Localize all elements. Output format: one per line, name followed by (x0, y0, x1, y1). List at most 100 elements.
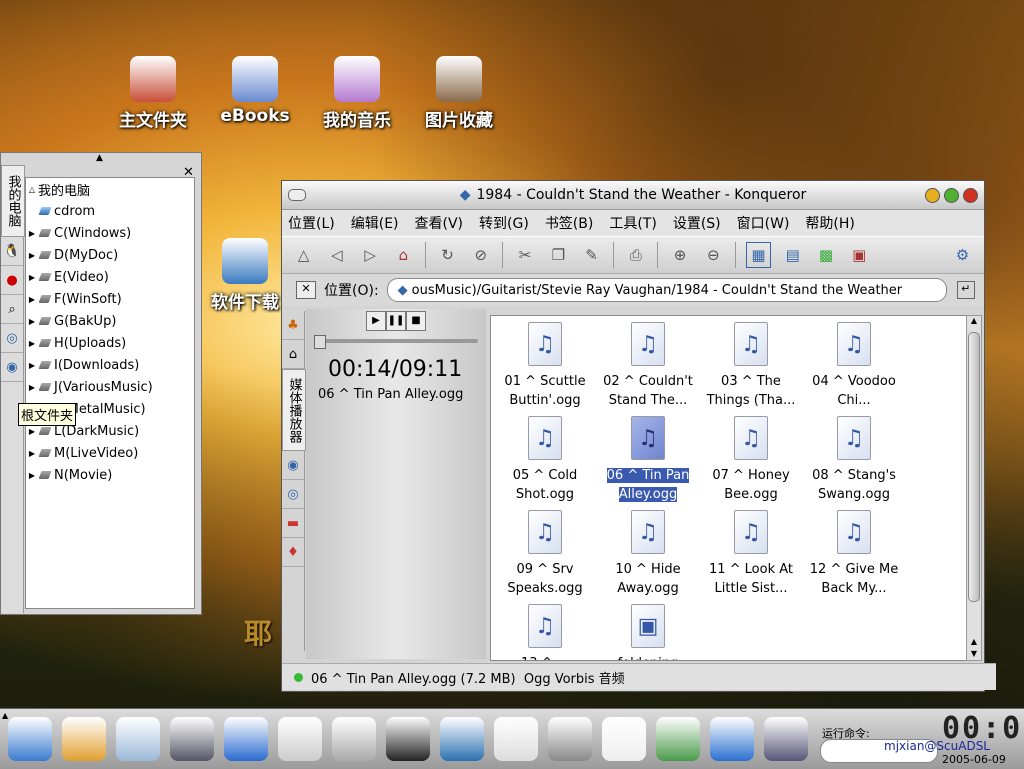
tree-item[interactable]: ▶ N(Movie) (26, 464, 194, 486)
expand-arrow-icon[interactable]: ▶ (26, 229, 38, 238)
menu-view[interactable]: 查看(V) (415, 213, 464, 233)
home-tab-icon[interactable]: ⌂ (282, 340, 304, 369)
expand-arrow-icon[interactable]: ▶ (26, 317, 38, 326)
tree-item[interactable]: ▶ C(Windows) (26, 222, 194, 244)
scroll-up-icon[interactable]: ▲ (967, 316, 981, 325)
tree-view-icon[interactable]: ▤ (781, 243, 804, 267)
menu-help[interactable]: 帮助(H) (805, 213, 854, 233)
window-menu-icon[interactable] (288, 189, 306, 201)
tree-item-cdrom[interactable]: cdrom (26, 200, 194, 222)
network-icon[interactable]: ◉ (282, 451, 304, 480)
expand-arrow-icon[interactable]: ▶ (26, 339, 38, 348)
menu-location[interactable]: 位置(L) (288, 213, 335, 233)
home-icon[interactable]: ⌂ (392, 243, 415, 267)
scroll-thumb[interactable] (968, 332, 980, 602)
tree-item[interactable]: ▶ E(Video) (26, 266, 194, 288)
folder-tab-icon[interactable]: ▬ (282, 509, 304, 538)
menu-tools[interactable]: 工具(T) (609, 213, 656, 233)
multi-column-icon[interactable]: ▩ (814, 243, 837, 267)
expand-arrow-icon[interactable]: ▶ (26, 427, 38, 436)
home-icon[interactable] (62, 717, 106, 761)
system-monitor-icon[interactable] (764, 717, 808, 761)
menu-bookmarks[interactable]: 书签(B) (545, 213, 594, 233)
file-item[interactable]: ♫ 03 ^ The Things (Tha... (701, 316, 801, 410)
settings-gear-icon[interactable]: ⚙ (951, 243, 974, 267)
menu-go[interactable]: 转到(G) (479, 213, 529, 233)
file-item[interactable]: ♫ 10 ^ Hide Away.ogg (598, 504, 698, 598)
scroll-down-icon[interactable]: ▼ (967, 649, 981, 658)
zoom-in-icon[interactable]: ⊕ (668, 243, 691, 267)
tree-item[interactable]: ▶ H(Uploads) (26, 332, 194, 354)
up-icon[interactable]: △ (292, 243, 315, 267)
location-input[interactable]: ◆ ousMusic)/Guitarist/Stevie Ray Vaughan… (386, 278, 947, 302)
desktop-icon-ebooks[interactable]: eBooks (205, 56, 305, 126)
expand-arrow-icon[interactable]: ▶ (26, 273, 38, 282)
file-item[interactable]: ♫ 02 ^ Couldn't Stand The... (598, 316, 698, 410)
menu-edit[interactable]: 编辑(E) (351, 213, 399, 233)
taskbar-arrow-icon[interactable]: ▲ (2, 711, 8, 720)
zoom-out-icon[interactable]: ⊖ (702, 243, 725, 267)
file-item[interactable]: ♫ 12 ^ Give Me Back My... (804, 504, 904, 598)
monitor-icon[interactable] (116, 717, 160, 761)
clear-location-icon[interactable]: ✕ (296, 281, 316, 299)
stop-button[interactable]: ■ (406, 311, 426, 331)
file-item[interactable]: ▣ folder.jpg (598, 598, 698, 660)
file-item[interactable]: ♫ 08 ^ Stang's Swang.ogg (804, 410, 904, 504)
expand-arrow-icon[interactable]: ▶ (26, 361, 38, 370)
collapse-arrow-icon[interactable]: ▲ (96, 153, 103, 163)
cut-icon[interactable]: ✂ (513, 243, 536, 267)
maximize-button[interactable] (944, 188, 959, 203)
search-icon[interactable]: ⌕ (1, 295, 23, 324)
seek-handle[interactable] (314, 335, 326, 349)
tree-item[interactable]: ▶ G(BakUp) (26, 310, 194, 332)
window-titlebar[interactable]: ◆ 1984 - Couldn't Stand the Weather - Ko… (282, 181, 984, 210)
copy-icon[interactable]: ❐ (547, 243, 570, 267)
file-item[interactable]: ♫ 06 ^ Tin Pan Alley.ogg (598, 410, 698, 504)
print-icon[interactable]: ⎙ (624, 243, 647, 267)
audio-icon[interactable] (278, 717, 322, 761)
finder-icon[interactable] (8, 717, 52, 761)
tree-item[interactable]: ▶ M(LiveVideo) (26, 442, 194, 464)
pin-icon[interactable]: ♦ (282, 538, 304, 567)
download-icon[interactable] (710, 717, 754, 761)
minimize-button[interactable] (925, 188, 940, 203)
file-item[interactable]: ♫ 13 ^ ... (495, 598, 595, 660)
expand-arrow-icon[interactable]: ▶ (26, 383, 38, 392)
at-icon[interactable] (332, 717, 376, 761)
back-icon[interactable]: ◁ (325, 243, 348, 267)
seek-slider[interactable] (314, 335, 478, 349)
calculator-icon[interactable] (602, 717, 646, 761)
navigator-icon[interactable] (656, 717, 700, 761)
file-item[interactable]: ♫ 07 ^ Honey Bee.ogg (701, 410, 801, 504)
tree-root[interactable]: △ 我的电脑 (26, 178, 194, 200)
qq-icon[interactable] (386, 717, 430, 761)
menu-window[interactable]: 窗口(W) (737, 213, 790, 233)
services-icon[interactable]: ◉ (1, 353, 23, 382)
expand-arrow-icon[interactable]: ▶ (26, 471, 38, 480)
pause-button[interactable]: ❚❚ (386, 311, 406, 331)
tree-item[interactable]: ▶ F(WinSoft) (26, 288, 194, 310)
stop-icon[interactable]: ⊘ (469, 243, 492, 267)
tab-my-computer[interactable]: 我的电脑 (1, 165, 25, 237)
vertical-scrollbar[interactable]: ▲ ▲ ▼ (966, 315, 982, 661)
forward-icon[interactable]: ▷ (359, 243, 382, 267)
go-button[interactable]: ↵ (956, 281, 975, 299)
camera-icon[interactable] (548, 717, 592, 761)
desktop-icon-pictures[interactable]: 图片收藏 (409, 56, 509, 131)
icon-view-icon[interactable]: ▦ (745, 242, 772, 268)
desktop-icon-music[interactable]: 我的音乐 (307, 56, 407, 131)
history-icon[interactable]: ◎ (1, 324, 23, 353)
expand-arrow-icon[interactable]: ▶ (26, 449, 38, 458)
image-view-icon[interactable]: ▣ (848, 243, 871, 267)
file-item[interactable]: ♫ 11 ^ Look At Little Sist... (701, 504, 801, 598)
tree-item[interactable]: ▶ D(MyDoc) (26, 244, 194, 266)
services-tab-icon[interactable]: ◎ (282, 480, 304, 509)
reload-icon[interactable]: ↻ (436, 243, 459, 267)
globe-icon[interactable] (224, 717, 268, 761)
tree-item[interactable]: ▶ I(Downloads) (26, 354, 194, 376)
file-item[interactable]: ♫ 05 ^ Cold Shot.ogg (495, 410, 595, 504)
terminal-icon[interactable] (170, 717, 214, 761)
desktop-icon-home[interactable]: 主文件夹 (103, 56, 203, 131)
paste-icon[interactable]: ✎ (580, 243, 603, 267)
term-icon[interactable] (440, 717, 484, 761)
